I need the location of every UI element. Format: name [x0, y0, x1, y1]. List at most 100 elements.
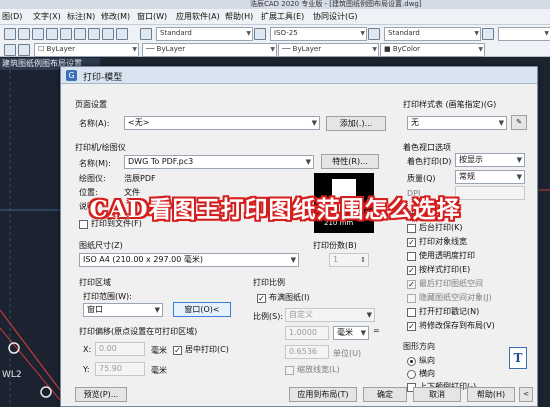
overlay-headline: CAD看图王打印图纸范围怎么选择 [89, 196, 461, 223]
plot-style-section: 打印样式表 (画笔指定)(G) [403, 100, 497, 109]
scale-lineweights-checkbox[interactable] [285, 366, 294, 375]
offset-x-label: X: [83, 345, 92, 354]
plot-paperspace-last-checkbox[interactable]: ✓ [407, 280, 416, 289]
background-plot-checkbox[interactable] [407, 224, 416, 233]
match-icon[interactable] [102, 28, 114, 40]
shade-plot-label: 着色打印(D) [407, 157, 452, 166]
page-setup-name-label: 名称(A): [79, 119, 110, 128]
plotter-properties-button[interactable]: 特性(R)... [321, 154, 379, 169]
paper-size-select[interactable]: ISO A4 (210.00 x 297.00 毫米) ▼ [79, 253, 299, 267]
menu-item-dimension[interactable]: 标注(N) [67, 11, 95, 22]
text-style-select[interactable]: Standard ▼ [156, 27, 253, 41]
fit-paper-checkbox[interactable]: ✓ [257, 294, 266, 303]
table-style-icon [368, 28, 380, 40]
plot-scale-section: 打印比例 [253, 278, 285, 287]
menu-item-text[interactable]: 文字(X) [33, 11, 61, 22]
menu-item-draw[interactable]: 图(D) [2, 11, 22, 22]
hide-paperspace-objects-checkbox[interactable] [407, 294, 416, 303]
menu-item-extend-tools[interactable]: 扩展工具(E) [261, 11, 304, 22]
plot-area-section: 打印区域 [79, 278, 111, 287]
plot-option-label: 按样式打印(E) [419, 265, 471, 274]
app-title: 浩辰CAD 2020 专业版 - [建筑图纸例图布局设置.dwg] [250, 0, 422, 8]
dim-style-select[interactable]: ISO-25 ▼ [270, 27, 367, 41]
portrait-orientation-icon: T [509, 347, 527, 369]
dialog-title: 打印-模型 [83, 73, 123, 83]
orientation-section: 图形方向 [403, 342, 435, 351]
help-button[interactable]: 帮助(H) [467, 387, 515, 402]
cancel-button[interactable]: 取消 [413, 387, 461, 402]
zoom-window-icon[interactable] [32, 28, 44, 40]
copies-input[interactable]: 1 ⇕ [329, 253, 369, 267]
multileader-select[interactable]: ▼ [498, 27, 550, 41]
layer-manager-icon[interactable] [4, 44, 16, 56]
shade-plot-select[interactable]: 按显示 ▼ [455, 153, 525, 167]
landscape-radio[interactable] [407, 370, 416, 379]
table-style-select[interactable]: Standard ▼ [384, 27, 481, 41]
landscape-label: 横向 [419, 369, 435, 378]
properties-icon[interactable] [74, 28, 86, 40]
scale-value2-input[interactable]: 0.6536 [285, 345, 329, 359]
pan-icon[interactable] [46, 28, 58, 40]
shaded-viewport-section: 着色视口选项 [403, 143, 451, 152]
menu-item-collab[interactable]: 协同设计(G) [313, 11, 357, 22]
measure-icon[interactable] [60, 28, 72, 40]
plot-with-styles-checkbox[interactable]: ✓ [407, 266, 416, 275]
zoom-icon[interactable] [18, 28, 30, 40]
lineweight-select[interactable]: ── ByLayer ▼ [278, 43, 379, 57]
layer-state-icon[interactable] [18, 44, 30, 56]
plot-lineweights-checkbox[interactable]: ✓ [407, 238, 416, 247]
page-setup-name-select[interactable]: <无> ▼ [124, 116, 320, 130]
plot-transparency-checkbox[interactable] [407, 252, 416, 261]
menu-item-window[interactable]: 窗口(W) [137, 11, 167, 22]
app-logo-icon: G [66, 70, 77, 81]
dim-style-icon [254, 28, 266, 40]
page-setup-section: 页面设置 [75, 100, 107, 109]
copies-label: 打印份数(B) [313, 241, 357, 250]
offset-y-input[interactable]: 75.90 [95, 362, 145, 376]
plot-stamp-checkbox[interactable] [407, 308, 416, 317]
layer-select[interactable]: ☐ ByLayer ▼ [34, 43, 139, 57]
text-style-icon [140, 28, 152, 40]
plotter-name-select[interactable]: DWG To PDF.pc3 ▼ [124, 155, 314, 169]
plotter-label: 绘图仪: [79, 174, 106, 183]
plot-range-select[interactable]: 窗口 ▼ [83, 303, 163, 317]
portrait-radio[interactable] [407, 357, 416, 366]
offset-y-unit: 毫米 [151, 366, 167, 375]
add-page-setup-button[interactable]: 添加(.)... [326, 116, 386, 131]
save-changes-to-layout-checkbox[interactable]: ✓ [407, 322, 416, 331]
scale-select[interactable]: 自定义 ▼ [285, 308, 375, 322]
ok-button[interactable]: 确定 [363, 387, 407, 402]
collapse-icon[interactable]: < [519, 387, 533, 402]
center-plot-label: 居中打印(C) [185, 345, 229, 354]
plot-option-label: 打开打印戳记(N) [419, 307, 480, 316]
scale-unit-select[interactable]: 毫米 ▼ [333, 326, 369, 340]
layer-toolbar: ☐ ByLayer ▼ ── ByLayer ▼ ── ByLayer ▼ ■ ByC… [0, 41, 550, 57]
save-icon[interactable] [4, 28, 16, 40]
menu-item-help[interactable]: 帮助(H) [225, 11, 253, 22]
menu-item-apps[interactable]: 应用软件(A) [176, 11, 220, 22]
paper-size-section: 图纸尺寸(Z) [79, 241, 123, 250]
center-plot-checkbox[interactable]: ✓ [173, 346, 182, 355]
offset-x-input[interactable]: 0.00 [95, 342, 145, 356]
plot-option-label: 隐藏图纸空间对象(J) [419, 293, 492, 302]
canvas-label: WL2 [2, 370, 22, 380]
block-icon[interactable] [116, 28, 128, 40]
linetype-select[interactable]: ── ByLayer ▼ [142, 43, 277, 57]
scale-value1-input[interactable]: 1.0000 [285, 326, 329, 340]
dialog-title-bar[interactable]: G 打印-模型 [61, 67, 537, 84]
apply-to-layout-button[interactable]: 应用到布局(T) [289, 387, 357, 402]
portrait-label: 纵向 [419, 356, 435, 365]
edit-plot-style-icon[interactable]: ✎ [511, 115, 527, 130]
color-select[interactable]: ■ ByColor ▼ [380, 43, 485, 57]
plotter-name-label: 名称(M): [79, 159, 111, 168]
window-select-button[interactable]: 窗口(O)< [173, 302, 231, 317]
quality-label: 质量(Q) [407, 174, 436, 183]
plotter-value: 浩辰PDF [124, 174, 156, 183]
quality-select[interactable]: 常规 ▼ [455, 170, 525, 184]
menu-item-modify[interactable]: 修改(M) [101, 11, 130, 22]
plot-option-label: 打印对象线宽 [419, 237, 467, 246]
preview-button[interactable]: 预览(P)... [75, 387, 127, 402]
plot-style-select[interactable]: 无 ▼ [407, 116, 507, 130]
layer-icon[interactable] [88, 28, 100, 40]
plot-option-label: 最后打印图纸空间 [419, 279, 483, 288]
